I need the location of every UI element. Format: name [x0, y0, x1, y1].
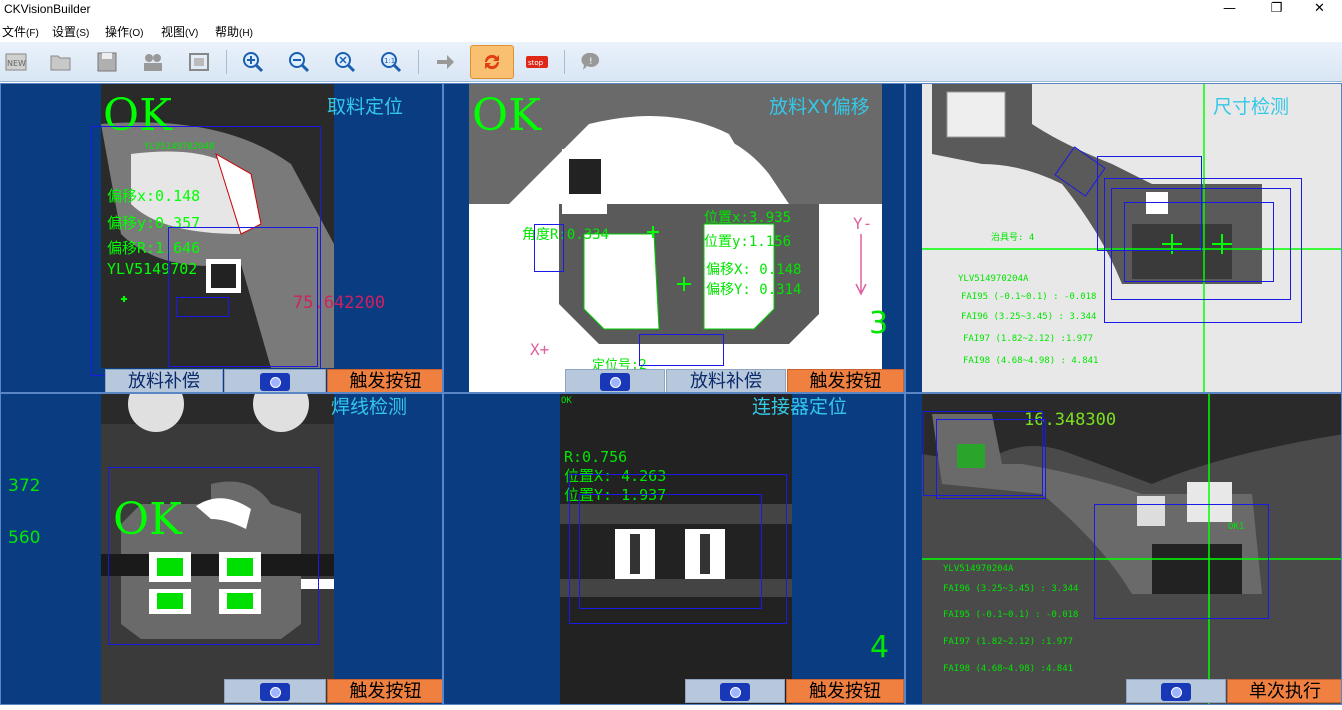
roi-box	[936, 419, 1046, 499]
fit-icon[interactable]	[183, 46, 215, 78]
camera-button[interactable]	[1126, 679, 1226, 703]
compensate-button[interactable]: 放料补偿	[666, 369, 786, 392]
toolbar-separator	[418, 50, 419, 74]
position-y: 位置y:1.156	[704, 234, 792, 250]
help-icon[interactable]: !	[575, 46, 607, 78]
count-value-2: 560	[8, 528, 41, 548]
roi-box	[1124, 202, 1274, 282]
zoom-fit-icon[interactable]	[329, 46, 361, 78]
stop-icon[interactable]: stop	[521, 46, 553, 78]
roi-box	[579, 494, 762, 609]
trigger-button[interactable]: 触发按钮	[787, 369, 904, 392]
camera-button[interactable]	[224, 369, 326, 392]
title-bar: CKVisionBuilder — ❐ ✕	[0, 0, 1342, 19]
users-icon[interactable]	[137, 46, 169, 78]
status-ok: OK	[472, 90, 541, 141]
svg-text:stop: stop	[528, 59, 544, 67]
fai-result: FAI98 (4.68~4.98) : 4.841	[963, 356, 1099, 366]
svg-text:NEW: NEW	[7, 59, 26, 68]
camera-icon	[600, 373, 630, 391]
trigger-button[interactable]: 触发按钮	[327, 679, 442, 703]
menu-bar: 文件(F) 设置(S) 操作(O) 视图(V) 帮助(H)	[0, 19, 1342, 42]
fai-result: FAI95 (-0.1~0.1) : -0.018	[961, 292, 1097, 302]
zoom-out-icon[interactable]	[283, 46, 315, 78]
svg-text:1:1: 1:1	[384, 57, 395, 65]
y-axis-label: Y-	[853, 214, 873, 233]
panel-weld-check: 焊线检测 OK 372 560 触发按钮	[0, 393, 443, 705]
fai-result: FAI97 (1.82~2.12) :1.977	[963, 334, 1094, 344]
zoom-actual-icon[interactable]: 1:1	[375, 46, 407, 78]
panel-place-xy-offset: OK 放料XY偏移 角度R:0.334 位置x:3.935 位置y:1.156 …	[443, 83, 905, 393]
count-value: 3	[869, 306, 889, 341]
save-icon[interactable]	[91, 46, 123, 78]
app-title: CKVisionBuilder	[4, 2, 91, 16]
count-value: 4	[870, 630, 890, 665]
angle-r: R:0.756	[564, 448, 628, 466]
step-icon[interactable]	[429, 46, 461, 78]
y-axis-arrow	[855, 234, 867, 296]
workspace: OK 取料定位 YLV514970204B 偏移x:0.148 偏移y:0.35…	[0, 83, 1342, 705]
fai-result: FAI95 (-0.1~0.1) : -0.018	[943, 610, 1079, 620]
camera-icon	[720, 683, 750, 701]
close-button[interactable]: ✕	[1297, 0, 1342, 19]
panel-title: 焊线检测	[331, 396, 408, 418]
fai-result: FAI96 (3.25~3.45) : 3.344	[961, 312, 1097, 322]
panel-title: 尺寸检测	[1213, 96, 1290, 118]
part-code: YLV514970204A	[958, 274, 1029, 284]
trigger-button[interactable]: 触发按钮	[327, 369, 442, 392]
single-run-button[interactable]: 单次执行	[1227, 679, 1341, 703]
roi-box	[534, 224, 564, 272]
roi-box	[108, 467, 319, 645]
fai-result: FAI96 (3.25~3.45) : 3.344	[943, 584, 1079, 594]
roi-box	[1094, 504, 1269, 619]
camera-icon	[1161, 683, 1191, 701]
status-ok-small: OK	[561, 396, 572, 406]
offset-y: 偏移Y: 0.314	[706, 282, 802, 298]
menu-settings[interactable]: 设置(S)	[52, 23, 89, 40]
count-value-1: 372	[8, 476, 41, 496]
panel-pick-position: OK 取料定位 YLV514970204B 偏移x:0.148 偏移y:0.35…	[0, 83, 443, 393]
panel-title: 连接器定位	[752, 396, 848, 418]
roi-box	[176, 297, 229, 317]
camera-button[interactable]	[685, 679, 785, 703]
x-axis-label: X+	[530, 340, 550, 359]
panel-dimension-check-2: 16.348300 OK1 YLV514970204A FAI96 (3.25~…	[905, 393, 1342, 705]
panel-title: 放料XY偏移	[769, 96, 870, 118]
toolbar-separator	[226, 50, 227, 74]
fai-result: FAI98 (4.68~4.98) :4.841	[943, 664, 1074, 674]
camera-button[interactable]	[565, 369, 665, 392]
compensate-button[interactable]: 放料补偿	[105, 369, 223, 392]
position-x: 位置x:3.935	[704, 210, 792, 226]
part-code: YLV514970204A	[943, 564, 1014, 574]
new-icon[interactable]: NEW	[0, 46, 32, 78]
camera-button[interactable]	[224, 679, 326, 703]
fixture-number: 治具号: 4	[991, 233, 1035, 243]
toolbar-separator	[564, 50, 565, 74]
maximize-button[interactable]: ❐	[1254, 0, 1299, 19]
open-icon[interactable]	[45, 46, 77, 78]
menu-help[interactable]: 帮助(H)	[215, 23, 253, 40]
fai-result: FAI97 (1.82~2.12) :1.977	[943, 637, 1074, 647]
panel-title: 取料定位	[327, 96, 404, 118]
panel-connector-position: OK 连接器定位 R:0.756 位置X: 4.263 位置Y: 1.937 4…	[443, 393, 905, 705]
menu-operate[interactable]: 操作(O)	[105, 23, 143, 40]
offset-x: 偏移X: 0.148	[706, 262, 802, 278]
zoom-in-icon[interactable]	[237, 46, 269, 78]
svg-text:!: !	[589, 57, 593, 67]
camera-icon	[260, 683, 290, 701]
trigger-button[interactable]: 触发按钮	[786, 679, 904, 703]
menu-view[interactable]: 视图(V)	[161, 23, 198, 40]
run-cycle-icon[interactable]	[470, 45, 514, 79]
toolbar: NEW 1:1 stop !	[0, 42, 1342, 82]
menu-file[interactable]: 文件(F)	[2, 23, 39, 40]
roi-box	[639, 334, 724, 366]
panel-dimension-check: 尺寸检测 治具号: 4 YLV514970204A FAI95 (-0.1~0.…	[905, 83, 1342, 393]
minimize-button[interactable]: —	[1207, 0, 1252, 19]
camera-icon	[260, 373, 290, 391]
